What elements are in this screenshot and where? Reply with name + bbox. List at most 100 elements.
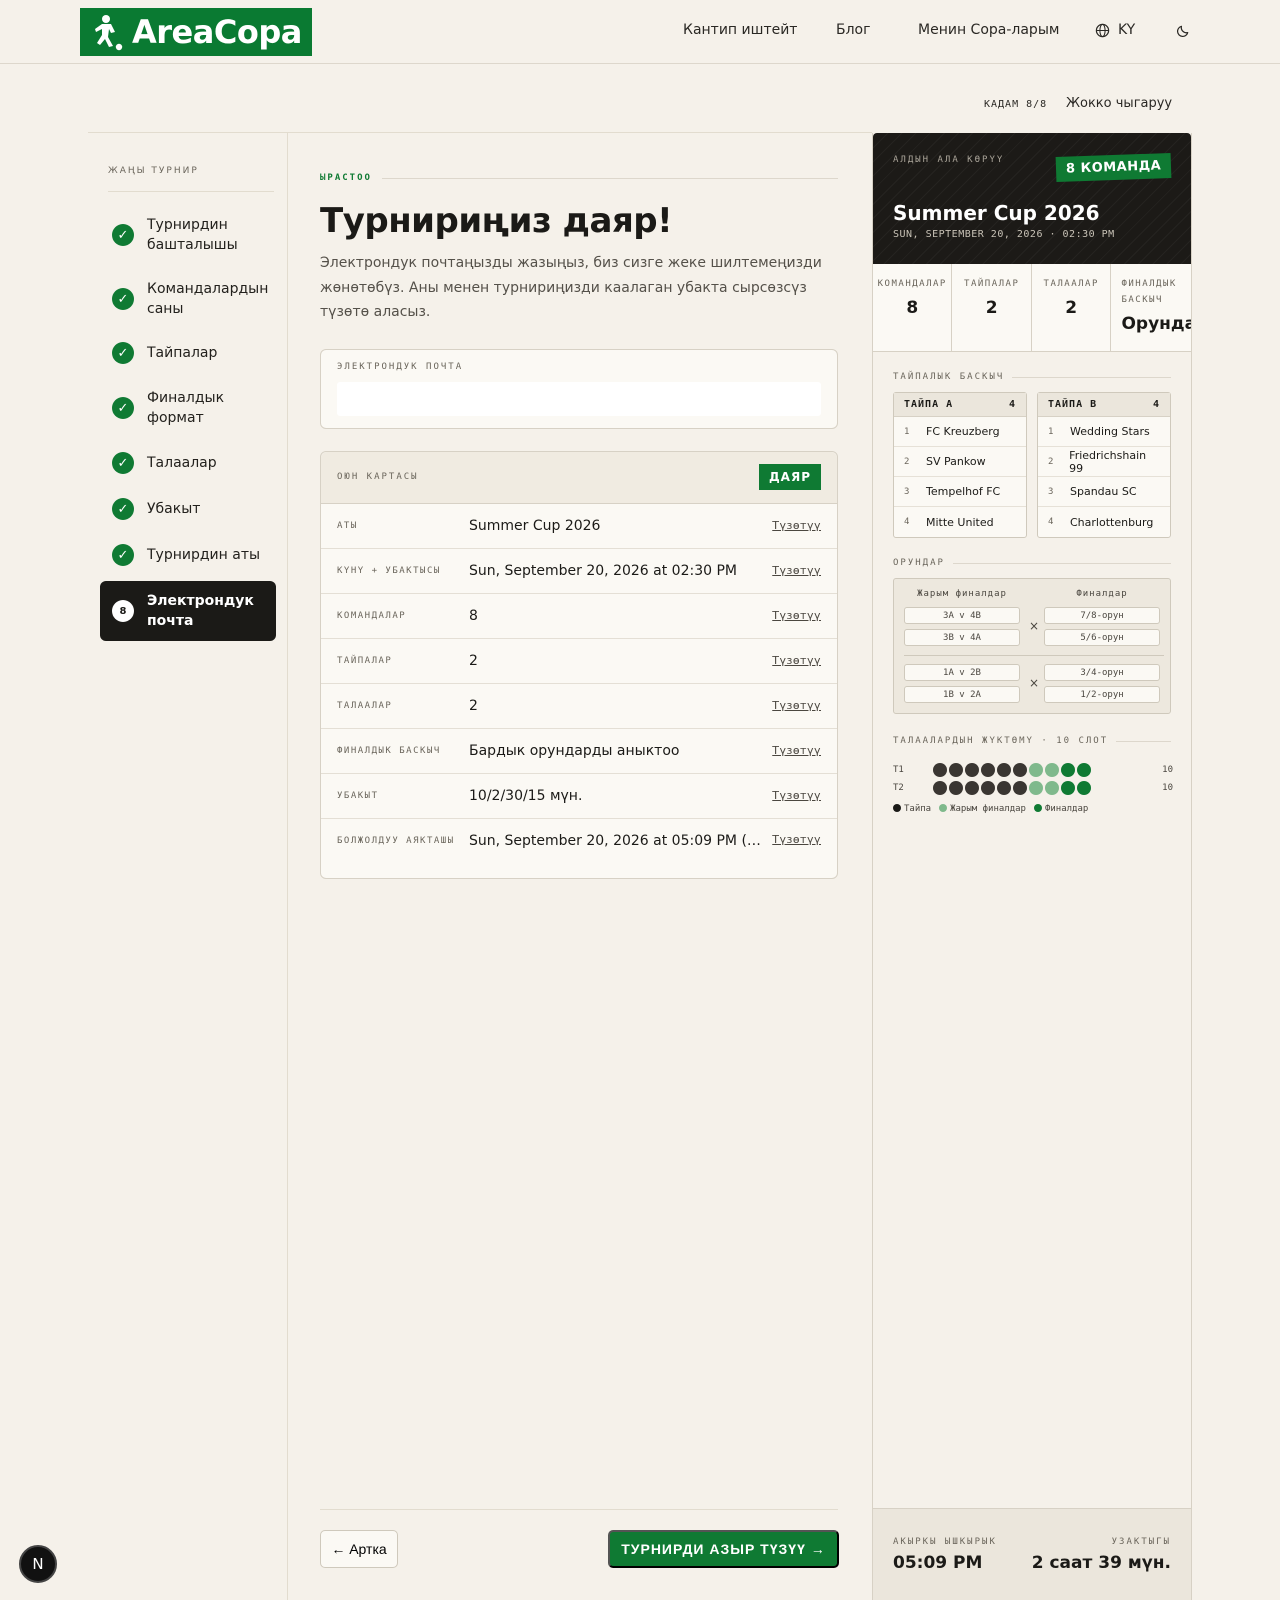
nav-my-copas[interactable]: Менин Copa-ларым: [918, 22, 1059, 38]
preview-panel: АЛДЫН АЛА КӨРҮҮ 8 КОМАНДА Summer Cup 202…: [872, 133, 1192, 1600]
stat-label: ТАЙПАЛАР: [964, 279, 1020, 289]
group-name: ТАЙПА A: [904, 399, 954, 410]
sidebar-step-team-count[interactable]: ✓ Командалардын саны: [100, 278, 276, 320]
row-value: Sun, September 20, 2026 at 05:09 PM (2 с…: [469, 832, 772, 849]
field-load-heading: ТАЛААЛАРДЫН ЖҮКТӨМҮ · 10 СЛОТ: [893, 736, 1171, 746]
team-name: SV Pankow: [926, 455, 986, 468]
team-name: FC Kreuzberg: [926, 425, 1000, 438]
sidebar-title: ЖАҢЫ ТУРНИР: [108, 166, 199, 176]
sidebar-step-start[interactable]: ✓ Турнирдин башталышы: [100, 214, 276, 256]
dev-tools-badge[interactable]: N: [19, 1545, 57, 1583]
step-label: Финалдык формат: [147, 390, 225, 426]
slot-dots: [933, 781, 1093, 795]
edit-groups-link[interactable]: Түзөтүү: [772, 654, 821, 667]
group-count: 4: [1008, 399, 1016, 410]
bracket-match: 1B v 2A: [904, 686, 1020, 703]
slot-dots: [933, 763, 1093, 777]
edit-final-stage-link[interactable]: Түзөтүү: [772, 744, 821, 757]
legend-item: Финалдар: [1033, 804, 1088, 814]
game-row-name: АТЫ Summer Cup 2026 Түзөтүү: [321, 504, 837, 549]
row-key: БОЛЖОЛДУУ АЯКТАШЫ: [337, 835, 455, 846]
group-a: ТАЙПА A 4 1 FC Kreuzberg 2 SV Pankow 3 Tempe…: [893, 392, 1027, 538]
edit-time-link[interactable]: Түзөтүү: [772, 789, 821, 802]
slot-dot: [981, 763, 995, 777]
create-tournament-button[interactable]: ТУРНИРДИ АЗЫР ТҮЗҮҮ →: [608, 1530, 839, 1568]
bracket-finals-label: Финалдар: [1076, 589, 1128, 599]
bracket-match: 1A v 2B: [904, 664, 1020, 681]
slot-dot: [1077, 781, 1091, 795]
stat-fields: ТАЛААЛАР 2: [1032, 264, 1112, 351]
check-icon: ✓: [112, 397, 134, 419]
slot-dot: [949, 781, 963, 795]
stat-label: ТАЛААЛАР: [1043, 279, 1099, 289]
theme-toggle[interactable]: [1176, 23, 1191, 42]
back-button[interactable]: ← Артка: [320, 1530, 398, 1568]
game-card-title: ОЮН КАРТАСЫ: [337, 472, 419, 482]
edit-datetime-link[interactable]: Түзөтүү: [772, 564, 821, 577]
cancel-link[interactable]: Жокко чыгаруу: [1066, 96, 1172, 111]
sidebar-step-final-format[interactable]: ✓ Финалдык формат: [100, 387, 276, 429]
bracket-semis-label: Жарым финалдар: [917, 589, 1007, 599]
email-field[interactable]: [337, 381, 821, 416]
section-eyebrow: ЫРАСТОО: [320, 173, 838, 183]
field-load-legend: Тайпа Жарым финалдар Финалдар: [893, 804, 1171, 814]
brand-logo[interactable]: AreaCopa: [80, 8, 312, 56]
sidebar-step-time[interactable]: ✓ Убакыт: [100, 498, 276, 520]
nav-how-it-works[interactable]: Кантип иштейт: [683, 22, 797, 38]
slot-dot: [1061, 763, 1075, 777]
team-name: Friedrichshain 99: [1069, 448, 1147, 475]
ready-badge: ДАЯР: [758, 464, 821, 490]
field-load-row: T1 10: [893, 762, 1173, 778]
sidebar-step-groups[interactable]: ✓ Тайпалар: [100, 342, 276, 364]
preview-stats: КОМАНДАЛАР 8 ТАЙПАЛАР 2 ТАЛААЛАР 2 ФИНАЛДЫК…: [873, 264, 1191, 352]
step-label: Тайпалар: [147, 345, 218, 361]
slot-dot: [1029, 781, 1043, 795]
bracket-final-match: 7/8-орун: [1044, 607, 1160, 624]
sidebar-step-fields[interactable]: ✓ Талаалар: [100, 452, 276, 474]
nav-blog[interactable]: Блог: [836, 22, 870, 38]
language-switcher[interactable]: KY: [1095, 22, 1135, 38]
end-time-value: 05:09 PM: [893, 1553, 983, 1573]
soccer-player-icon: [95, 15, 123, 51]
edit-estimated-end-link[interactable]: Түзөтүү: [772, 833, 821, 846]
globe-icon: [1095, 23, 1110, 37]
group-team: 2 Friedrichshain 99: [1038, 447, 1170, 477]
top-bar: AreaCopa Кантип иштейт Блог Менин Copa-л…: [0, 0, 1280, 64]
slot-dot: [997, 763, 1011, 777]
slot-dot: [1029, 763, 1043, 777]
email-label: ЭЛЕКТРОНДУК ПОЧТА: [337, 361, 464, 372]
stat-teams: КОМАНДАЛАР 8: [873, 264, 953, 351]
game-row-groups: ТАЙПАЛАР 2 Түзөтүү: [321, 639, 837, 684]
slot-dot: [1013, 763, 1027, 777]
step-label: Турнирдин башталышы: [147, 217, 238, 253]
edit-teams-link[interactable]: Түзөтүү: [772, 609, 821, 622]
step-label: Талаалар: [147, 455, 217, 471]
row-value: Summer Cup 2026: [469, 517, 601, 534]
bracket: Жарым финалдар Финалдар 3A v 4B 3B v 4A …: [893, 578, 1171, 714]
edit-name-link[interactable]: Түзөтүү: [772, 519, 821, 532]
step-label: Турнирдин аты: [147, 547, 261, 563]
bracket-match: 3B v 4A: [904, 629, 1020, 646]
edit-fields-link[interactable]: Түзөтүү: [772, 699, 821, 712]
row-value: 10/2/30/15 мүн.: [469, 787, 583, 804]
row-value: 2: [469, 652, 478, 669]
row-key: ТАЙПАЛАР: [337, 655, 393, 666]
stat-value: Орундар: [1121, 314, 1191, 334]
groups: ТАЙПА A 4 1 FC Kreuzberg 2 SV Pankow 3 Tempe…: [893, 392, 1171, 538]
slot-dot: [933, 763, 947, 777]
legend-item: Жарым финалдар: [939, 804, 1026, 814]
language-code: KY: [1118, 22, 1136, 38]
game-row-datetime: КҮНҮ + УБАКТЫСЫ Sun, September 20, 2026 a…: [321, 549, 837, 594]
team-name: Wedding Stars: [1070, 425, 1150, 438]
team-name: Mitte United: [926, 515, 994, 529]
sidebar-step-email[interactable]: 8 Электрондук почта: [100, 581, 276, 641]
group-team: 1 FC Kreuzberg: [894, 417, 1026, 447]
slot-count: 10: [1162, 783, 1173, 793]
duration-label: УЗАКТЫГЫ: [1111, 1537, 1171, 1547]
stat-label: КОМАНДАЛАР: [877, 279, 947, 289]
field-name: T2: [893, 783, 904, 793]
team-name: Spandau SC: [1070, 485, 1137, 498]
step-counter: КАДАМ 8/8: [984, 99, 1048, 110]
stat-value: 2: [985, 298, 998, 318]
sidebar-step-name[interactable]: ✓ Турнирдин аты: [100, 544, 276, 566]
